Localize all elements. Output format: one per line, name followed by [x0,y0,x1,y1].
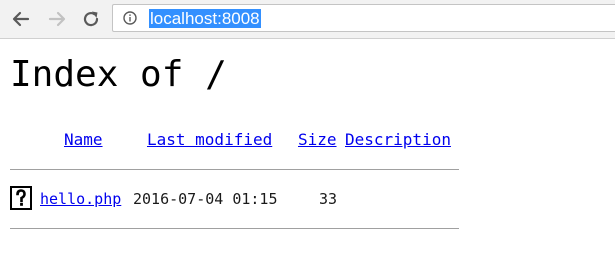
size-cell: 33 [319,190,338,208]
sort-by-last-modified-link[interactable]: Last modified [147,130,272,149]
column-header-description: Description [345,130,451,150]
file-name-cell: hello.php [40,189,121,209]
last-modified-cell: 2016-07-04 01:15 [133,190,278,208]
page-title: Index of / [10,54,227,95]
back-arrow-icon [12,11,30,27]
sort-by-name-link[interactable]: Name [64,130,103,149]
forward-arrow-icon [48,11,66,27]
column-header-size: Size [298,130,337,150]
reload-button[interactable] [78,6,104,32]
sort-by-description-link[interactable]: Description [345,130,451,149]
browser-toolbar: localhost:8008 [0,0,615,39]
sort-by-size-link[interactable]: Size [298,130,337,149]
file-link[interactable]: hello.php [40,190,121,208]
reload-icon [83,11,99,27]
column-header-last-modified: Last modified [147,130,272,150]
info-icon[interactable] [123,11,137,25]
footer-divider [10,228,459,229]
back-button[interactable] [8,6,34,32]
column-header-name: Name [64,130,103,150]
address-bar[interactable]: localhost:8008 [112,4,615,32]
url-text[interactable]: localhost:8008 [149,9,261,28]
forward-button[interactable] [44,6,70,32]
unknown-file-icon [10,186,32,210]
header-divider [10,169,459,170]
